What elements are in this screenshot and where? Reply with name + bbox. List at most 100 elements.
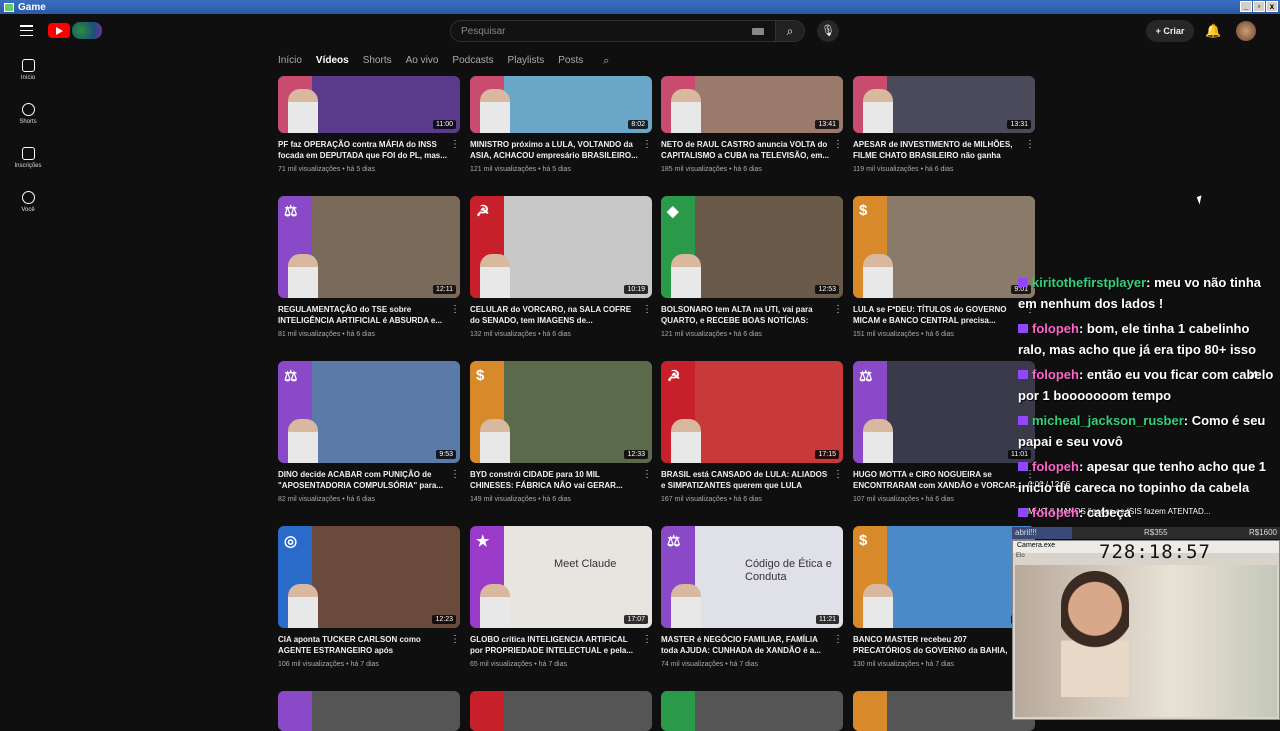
video-meta: 106 mil visualizações • há 7 dias [278, 661, 379, 668]
video-title[interactable]: CELULAR do VORCARO, na SALA COFRE do SEN… [470, 304, 640, 326]
chat-text: : cabeça [1078, 505, 1131, 520]
sidebar-item-you[interactable]: Você [0, 180, 56, 224]
video-thumbnail[interactable]: $ 9:01 [853, 196, 1035, 298]
minimize-button[interactable]: _ [1240, 1, 1252, 12]
video-thumbnail[interactable]: 8:02 [470, 76, 652, 133]
streamer-image [1061, 571, 1129, 697]
video-thumbnail[interactable]: ◎ 12:23 [278, 526, 460, 628]
chat-message: folopeh: cabeça [1018, 502, 1278, 523]
sidebar-item-label: Início [20, 75, 36, 81]
video-title[interactable]: DINO decide ACABAR com PUNIÇÃO de "APOSE… [278, 469, 448, 491]
video-thumbnail[interactable]: ⚖ 9:53 [278, 361, 460, 463]
stream-clock: 728:18:57 [1099, 541, 1211, 563]
more-options-icon[interactable]: ⋮ [450, 634, 460, 645]
category-icon: $ [476, 367, 485, 384]
video-thumbnail[interactable] [853, 691, 1035, 731]
video-title[interactable]: BRASIL está CANSADO de LULA: ALIADOS e S… [661, 469, 831, 491]
video-title[interactable]: MINISTRO próximo a LULA, VOLTANDO da ASI… [470, 139, 640, 161]
video-title[interactable]: REGULAMENTAÇÃO do TSE sobre INTELIGÊNCIA… [278, 304, 448, 326]
video-thumbnail[interactable]: 13:31 [853, 76, 1035, 133]
video-thumbnail[interactable]: $ 12:33 [470, 361, 652, 463]
more-options-icon[interactable]: ⋮ [642, 469, 652, 480]
video-title[interactable]: GLOBO critica INTELIGENCIA ARTIFICAL por… [470, 634, 640, 656]
video-thumbnail[interactable] [278, 691, 460, 731]
video-thumbnail[interactable] [661, 691, 843, 731]
more-options-icon[interactable]: ⋮ [833, 139, 843, 150]
video-title[interactable]: HUGO MOTTA e CIRO NOGUEIRA se ENCONTRARA… [853, 469, 1023, 491]
more-options-icon[interactable]: ⋮ [833, 634, 843, 645]
youtube-logo[interactable] [48, 23, 70, 38]
video-title[interactable]: LULA se F*DEU: TÍTULOS do GOVERNO MICAM … [853, 304, 1023, 326]
video-thumbnail[interactable]: ◆ 12:53 [661, 196, 843, 298]
more-options-icon[interactable]: ⋮ [833, 304, 843, 315]
video-thumbnail[interactable] [470, 691, 652, 731]
chat-username[interactable]: micheal_jackson_rusber [1032, 413, 1184, 428]
chat-username[interactable]: folopeh [1032, 321, 1079, 336]
video-duration: 17:07 [624, 615, 648, 624]
more-options-icon[interactable]: ⋮ [642, 139, 652, 150]
sidebar-item-home[interactable]: Início [0, 48, 56, 92]
chat-username[interactable]: folopeh [1032, 459, 1079, 474]
video-meta: 167 mil visualizações • há 6 dias [661, 496, 762, 503]
presenter-image [288, 254, 318, 298]
video-age: há 6 dias [542, 496, 571, 503]
video-thumbnail[interactable]: ★ 17:07 Meet Claude [470, 526, 652, 628]
video-thumbnail[interactable]: $ 7:32 [853, 526, 1035, 628]
category-icon: ⚖ [667, 533, 681, 550]
video-meta: 82 mil visualizações • há 6 dias [278, 496, 376, 503]
video-duration: 11:21 [816, 615, 839, 624]
thumbnail-image [695, 361, 843, 463]
channel-logo[interactable] [72, 22, 102, 39]
video-thumbnail[interactable]: 13:41 [661, 76, 843, 133]
thumbnail-image [504, 526, 652, 628]
video-title[interactable]: BOLSONARO tem ALTA na UTI, vai para QUAR… [661, 304, 831, 326]
video-thumbnail[interactable]: ⚖ 12:11 [278, 196, 460, 298]
video-age: há 6 dias [924, 166, 954, 173]
video-title[interactable]: BYD constrói CIDADE para 10 MIL CHINESES… [470, 469, 640, 491]
video-duration: 12:53 [815, 285, 839, 294]
menu-icon[interactable] [20, 25, 33, 36]
category-band [661, 691, 695, 731]
category-icon: ◆ [667, 203, 679, 220]
more-options-icon[interactable]: ⋮ [1025, 139, 1035, 150]
sidebar-item-shorts[interactable]: Shorts [0, 92, 56, 136]
chat-username[interactable]: folopeh [1032, 367, 1079, 382]
video-title[interactable]: CIA aponta TUCKER CARLSON como AGENTE ES… [278, 634, 448, 656]
maximize-button[interactable]: ▫ [1253, 1, 1265, 12]
thumbnail-image [312, 526, 460, 628]
chat-message: kiritothefirstplayer: meu vo não tinha e… [1018, 272, 1278, 314]
video-thumbnail[interactable]: ⚖ 11:21 Código de Ética e Conduta [661, 526, 843, 628]
category-icon: ★ [476, 533, 490, 550]
avatar[interactable] [1236, 21, 1256, 41]
more-options-icon[interactable]: ⋮ [450, 304, 460, 315]
more-options-icon[interactable]: ⋮ [450, 139, 460, 150]
camera-window: Camera.exe 728:18:57 Elo [1012, 540, 1280, 720]
video-thumbnail[interactable]: 11:00 [278, 76, 460, 133]
video-thumbnail[interactable]: ⚖ 11:01 [853, 361, 1035, 463]
chat-badge-icon [1018, 278, 1028, 287]
thumbnail-image [312, 361, 460, 463]
presenter-image [671, 419, 701, 463]
sidebar-item-subscriptions[interactable]: Inscrições [0, 136, 56, 180]
video-title[interactable]: APESAR de INVESTIMENTO de MILHÕES, FILME… [853, 139, 1023, 161]
video-meta: 65 mil visualizações • há 7 dias [470, 661, 568, 668]
chat-username[interactable]: kiritothefirstplayer [1032, 275, 1146, 290]
goal-label: abril!!! [1015, 528, 1037, 537]
more-options-icon[interactable]: ⋮ [833, 469, 843, 480]
video-thumbnail[interactable]: ☭ 17:15 [661, 361, 843, 463]
video-title[interactable]: MASTER é NEGÓCIO FAMILIAR, FAMÍLIA toda … [661, 634, 831, 656]
video-views: 132 mil visualizações [470, 331, 537, 338]
video-views: 82 mil visualizações [278, 496, 341, 503]
more-options-icon[interactable]: ⋮ [642, 634, 652, 645]
close-button[interactable]: x [1266, 1, 1278, 12]
bell-icon[interactable]: 🔔 [1205, 23, 1221, 39]
more-options-icon[interactable]: ⋮ [642, 304, 652, 315]
create-button[interactable]: + Criar [1146, 20, 1194, 42]
more-options-icon[interactable]: ⋮ [450, 469, 460, 480]
video-title[interactable]: BANCO MASTER recebeu 207 PRECATÓRIOS do … [853, 634, 1023, 656]
video-title[interactable]: PF faz OPERAÇÃO contra MÁFIA do INSS foc… [278, 139, 448, 161]
chat-username[interactable]: folopeh [1032, 505, 1079, 520]
thumbnail-caption: Código de Ética e Conduta [745, 558, 832, 583]
video-thumbnail[interactable]: ☭ 10:19 [470, 196, 652, 298]
video-title[interactable]: NETO de RAUL CASTRO anuncia VOLTA do CAP… [661, 139, 831, 161]
